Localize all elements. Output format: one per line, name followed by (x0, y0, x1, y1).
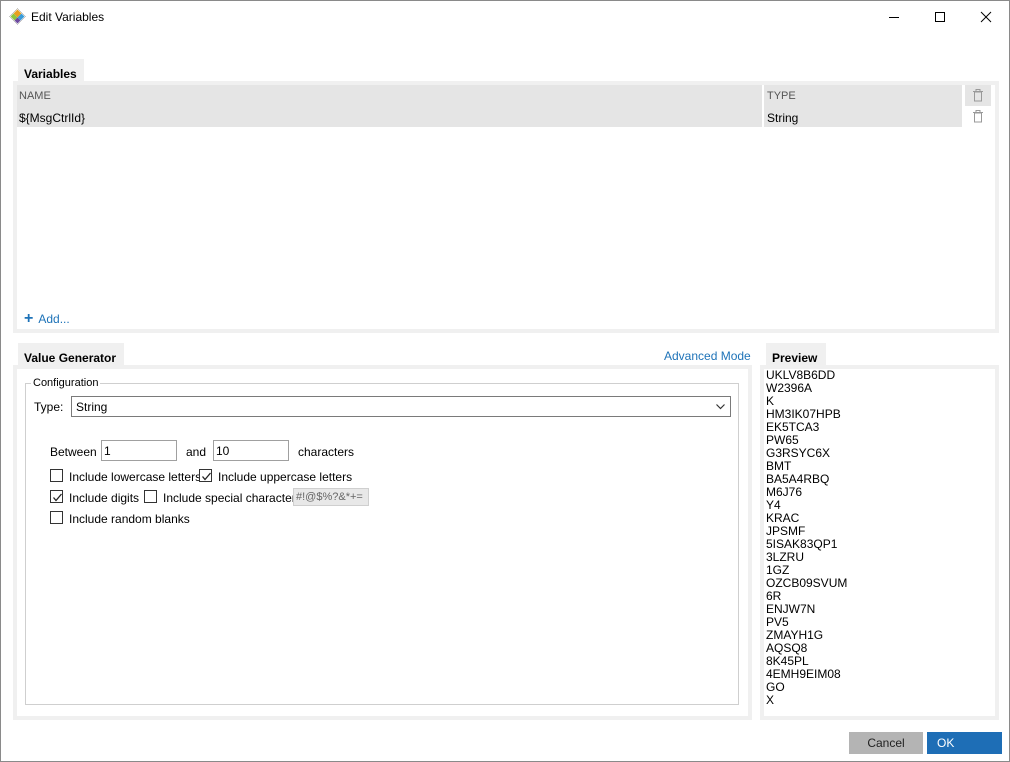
column-divider[interactable] (762, 85, 764, 106)
type-select[interactable]: String (71, 396, 731, 417)
uppercase-checkbox[interactable] (199, 469, 212, 482)
close-icon (980, 11, 992, 22)
preview-section-label: Preview (766, 343, 826, 367)
advanced-mode-link[interactable]: Advanced Mode (664, 349, 751, 363)
digits-checkbox[interactable] (50, 490, 63, 503)
list-item: X (766, 693, 775, 707)
configuration-label: Configuration (31, 377, 101, 389)
delete-all-button[interactable] (965, 85, 991, 106)
column-header-name[interactable]: NAME (19, 90, 51, 102)
special-chars-input[interactable]: #!@$%?&*+= (293, 488, 369, 506)
list-item: 4EMH9EIM08 (766, 667, 841, 681)
variable-type-cell[interactable]: String (767, 111, 798, 125)
variables-section-label: Variables (18, 59, 84, 83)
minimize-icon (889, 16, 899, 18)
table-row[interactable]: ${MsgCtrlId} String (17, 106, 962, 127)
special-chars-label[interactable]: Include special characters (163, 491, 302, 505)
trash-icon (973, 110, 983, 123)
chevron-down-icon (715, 401, 726, 415)
list-item: GO (766, 680, 785, 694)
random-blanks-checkbox[interactable] (50, 511, 63, 524)
plus-icon: + (24, 310, 34, 327)
title-bar[interactable]: Edit Variables (1, 1, 1009, 32)
characters-label: characters (298, 445, 355, 459)
lowercase-label[interactable]: Include lowercase letters (69, 470, 201, 484)
list-item: M6J76 (766, 485, 803, 499)
add-variable-label: Add... (38, 312, 70, 326)
random-blanks-label[interactable]: Include random blanks (69, 512, 190, 526)
list-item: ENJW7N (766, 602, 816, 616)
window-title: Edit Variables (31, 10, 105, 24)
min-length-input[interactable]: 1 (101, 440, 177, 461)
max-length-input[interactable]: 10 (213, 440, 289, 461)
app-logo-icon (9, 8, 26, 25)
and-label: and (186, 445, 207, 459)
list-item: 3LZRU (766, 550, 805, 564)
lowercase-checkbox[interactable] (50, 469, 63, 482)
ok-button[interactable]: OK (927, 732, 1002, 754)
add-variable-link[interactable]: + Add... (24, 310, 70, 327)
maximize-icon (935, 11, 945, 22)
checkmark-icon (202, 472, 211, 481)
list-item: G3RSYC6X (766, 446, 831, 460)
list-item: Y4 (766, 498, 781, 512)
special-chars-checkbox[interactable] (144, 490, 157, 503)
value-generator-section-label: Value Generator (18, 343, 124, 367)
minimize-button[interactable] (871, 1, 917, 32)
uppercase-label[interactable]: Include uppercase letters (218, 470, 352, 484)
maximize-button[interactable] (917, 1, 963, 32)
variables-grid-header: NAME TYPE (17, 85, 962, 106)
type-select-value: String (76, 400, 108, 414)
preview-list: UKLV8B6DD W2396A K HM3IK07HPB EK5TCA3 PW65 G3R… (766, 369, 991, 707)
list-item: W2396A (766, 381, 813, 395)
edit-variables-window: Edit Variables Variables NAME TYPE ${Msg… (0, 0, 1010, 762)
list-item: EK5TCA3 (766, 420, 820, 434)
list-item: OZCB09SVUM (766, 576, 848, 590)
delete-row-button[interactable] (965, 106, 991, 127)
configuration-group (25, 383, 739, 705)
type-label: Type: (34, 400, 64, 414)
trash-icon (973, 89, 983, 102)
column-header-type[interactable]: TYPE (767, 90, 796, 102)
cancel-button[interactable]: Cancel (849, 732, 923, 754)
variable-name-cell[interactable]: ${MsgCtrlId} (19, 111, 85, 125)
checkmark-icon (53, 493, 62, 502)
digits-label[interactable]: Include digits (69, 491, 139, 505)
between-label: Between (50, 445, 97, 459)
column-divider (762, 106, 764, 127)
close-button[interactable] (963, 1, 1009, 32)
